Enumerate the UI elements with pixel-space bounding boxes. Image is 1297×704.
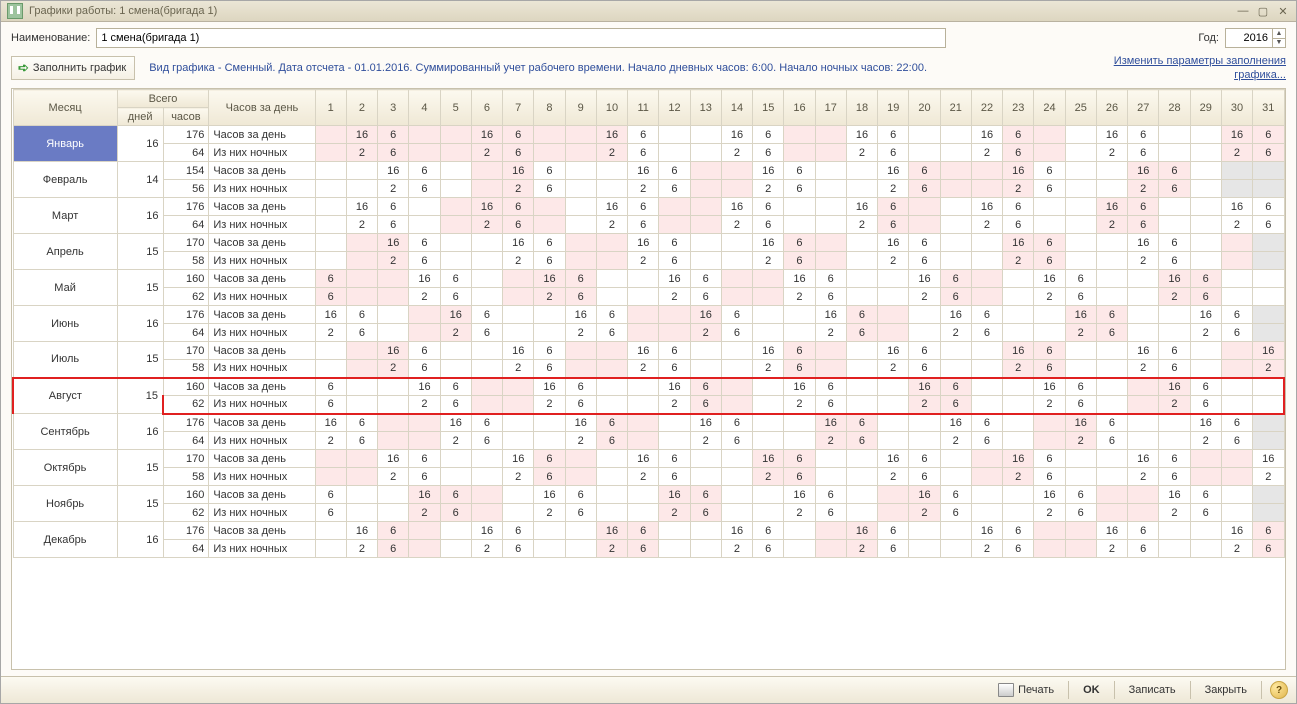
month-cell[interactable]: Октябрь bbox=[13, 450, 117, 486]
col-day-10: 10 bbox=[596, 90, 627, 126]
month-cell[interactable]: Июнь bbox=[13, 306, 117, 342]
col-day-15: 15 bbox=[753, 90, 784, 126]
month-cell[interactable]: Сентябрь bbox=[13, 414, 117, 450]
col-day-16: 16 bbox=[784, 90, 815, 126]
col-day-25: 25 bbox=[1065, 90, 1096, 126]
table-row[interactable]: Февраль14154Часов за день166166166166166… bbox=[13, 162, 1284, 180]
table-row[interactable]: Декабрь16176Часов за день166166166166166… bbox=[13, 522, 1284, 540]
col-day-9: 9 bbox=[565, 90, 596, 126]
maximize-icon[interactable]: ▢ bbox=[1256, 4, 1270, 18]
name-input[interactable] bbox=[96, 28, 946, 48]
col-day-8: 8 bbox=[534, 90, 565, 126]
col-days: дней bbox=[117, 108, 163, 126]
table-row[interactable]: 58Из них ночных262626262626262 bbox=[13, 468, 1284, 486]
print-button[interactable]: Печать bbox=[992, 681, 1060, 699]
month-cell[interactable]: Июль bbox=[13, 342, 117, 378]
spin-down-icon[interactable]: ▼ bbox=[1273, 39, 1285, 48]
month-cell[interactable]: Декабрь bbox=[13, 522, 117, 558]
arrow-right-icon: ➪ bbox=[18, 60, 29, 76]
col-day-5: 5 bbox=[440, 90, 471, 126]
fill-schedule-button[interactable]: ➪ Заполнить график bbox=[11, 56, 135, 80]
close-icon[interactable]: ✕ bbox=[1276, 4, 1290, 18]
table-row[interactable]: Июнь16176Часов за день166166166166166166… bbox=[13, 306, 1284, 324]
ok-button[interactable]: OK bbox=[1077, 682, 1106, 698]
col-day-6: 6 bbox=[471, 90, 502, 126]
col-day-4: 4 bbox=[409, 90, 440, 126]
table-row[interactable]: 64Из них ночных2626262626262626 bbox=[13, 432, 1284, 450]
col-day-24: 24 bbox=[1034, 90, 1065, 126]
table-row[interactable]: Май15160Часов за день6166166166166166166… bbox=[13, 270, 1284, 288]
name-label: Наименование: bbox=[11, 32, 90, 44]
table-row[interactable]: Апрель15170Часов за день1661661661661661… bbox=[13, 234, 1284, 252]
change-params-link[interactable]: Изменить параметры заполнения графика... bbox=[1114, 54, 1286, 82]
col-day-1: 1 bbox=[315, 90, 346, 126]
titlebar: Графики работы: 1 смена(бригада 1) — ▢ ✕ bbox=[1, 1, 1296, 22]
col-day-11: 11 bbox=[628, 90, 659, 126]
help-icon[interactable]: ? bbox=[1270, 681, 1288, 699]
month-cell[interactable]: Май bbox=[13, 270, 117, 306]
table-row[interactable]: 64Из них ночных2626262626262626 bbox=[13, 324, 1284, 342]
col-day-26: 26 bbox=[1096, 90, 1127, 126]
print-icon bbox=[998, 683, 1014, 697]
table-row[interactable]: 64Из них ночных2626262626262626 bbox=[13, 216, 1284, 234]
window-title: Графики работы: 1 смена(бригада 1) bbox=[29, 5, 1236, 17]
table-row[interactable]: 58Из них ночных26262626262626 bbox=[13, 252, 1284, 270]
table-row[interactable]: Октябрь15170Часов за день166166166166166… bbox=[13, 450, 1284, 468]
col-rowlabel: Часов за день bbox=[209, 90, 315, 126]
month-cell[interactable]: Ноябрь bbox=[13, 486, 117, 522]
col-day-2: 2 bbox=[346, 90, 377, 126]
col-day-20: 20 bbox=[909, 90, 940, 126]
col-day-18: 18 bbox=[846, 90, 877, 126]
table-row[interactable]: 62Из них ночных626262626262626 bbox=[13, 288, 1284, 306]
table-row[interactable]: Январь16176Часов за день1661661661661661… bbox=[13, 126, 1284, 144]
col-day-29: 29 bbox=[1190, 90, 1221, 126]
col-day-14: 14 bbox=[721, 90, 752, 126]
month-cell[interactable]: Апрель bbox=[13, 234, 117, 270]
col-day-3: 3 bbox=[378, 90, 409, 126]
app-icon bbox=[7, 3, 23, 19]
year-label: Год: bbox=[1198, 32, 1219, 44]
month-cell[interactable]: Март bbox=[13, 198, 117, 234]
month-cell[interactable]: Август bbox=[13, 378, 117, 414]
table-row[interactable]: Август15160Часов за день6166166166166166… bbox=[13, 378, 1284, 396]
month-cell[interactable]: Январь bbox=[13, 126, 117, 162]
col-hours: часов bbox=[163, 108, 209, 126]
col-day-19: 19 bbox=[878, 90, 909, 126]
table-row[interactable]: Ноябрь15160Часов за день6166166166166166… bbox=[13, 486, 1284, 504]
close-button[interactable]: Закрыть bbox=[1199, 682, 1253, 698]
month-cell[interactable]: Февраль bbox=[13, 162, 117, 198]
year-input[interactable] bbox=[1226, 31, 1272, 45]
table-row[interactable]: 64Из них ночных2626262626262626 bbox=[13, 144, 1284, 162]
table-row[interactable]: Сентябрь16176Часов за день16616616616616… bbox=[13, 414, 1284, 432]
statusbar: Печать OK Записать Закрыть ? bbox=[1, 676, 1296, 703]
col-day-13: 13 bbox=[690, 90, 721, 126]
col-total: Всего bbox=[117, 90, 209, 108]
col-day-31: 31 bbox=[1253, 90, 1284, 126]
table-row[interactable]: Июль15170Часов за день166166166166166166… bbox=[13, 342, 1284, 360]
col-day-7: 7 bbox=[503, 90, 534, 126]
col-day-17: 17 bbox=[815, 90, 846, 126]
schedule-table[interactable]: МесяцВсегоЧасов за день12345678910111213… bbox=[12, 89, 1285, 558]
minimize-icon[interactable]: — bbox=[1236, 4, 1250, 18]
table-row[interactable]: 62Из них ночных626262626262626 bbox=[13, 504, 1284, 522]
col-day-23: 23 bbox=[1003, 90, 1034, 126]
spin-up-icon[interactable]: ▲ bbox=[1273, 29, 1285, 39]
col-day-21: 21 bbox=[940, 90, 971, 126]
col-day-30: 30 bbox=[1221, 90, 1252, 126]
table-row[interactable]: 62Из них ночных626262626262626 bbox=[13, 396, 1284, 414]
col-day-27: 27 bbox=[1128, 90, 1159, 126]
schedule-info: Вид графика - Сменный. Дата отсчета - 01… bbox=[135, 62, 927, 74]
table-row[interactable]: 58Из них ночных262626262626262 bbox=[13, 360, 1284, 378]
year-spin[interactable]: ▲ ▼ bbox=[1225, 28, 1286, 48]
table-row[interactable]: 56Из них ночных26262626262626 bbox=[13, 180, 1284, 198]
col-day-22: 22 bbox=[971, 90, 1002, 126]
col-day-28: 28 bbox=[1159, 90, 1190, 126]
table-row[interactable]: Март16176Часов за день166166166166166166… bbox=[13, 198, 1284, 216]
col-month: Месяц bbox=[13, 90, 117, 126]
table-row[interactable]: 64Из них ночных2626262626262626 bbox=[13, 540, 1284, 558]
save-button[interactable]: Записать bbox=[1123, 682, 1182, 698]
col-day-12: 12 bbox=[659, 90, 690, 126]
